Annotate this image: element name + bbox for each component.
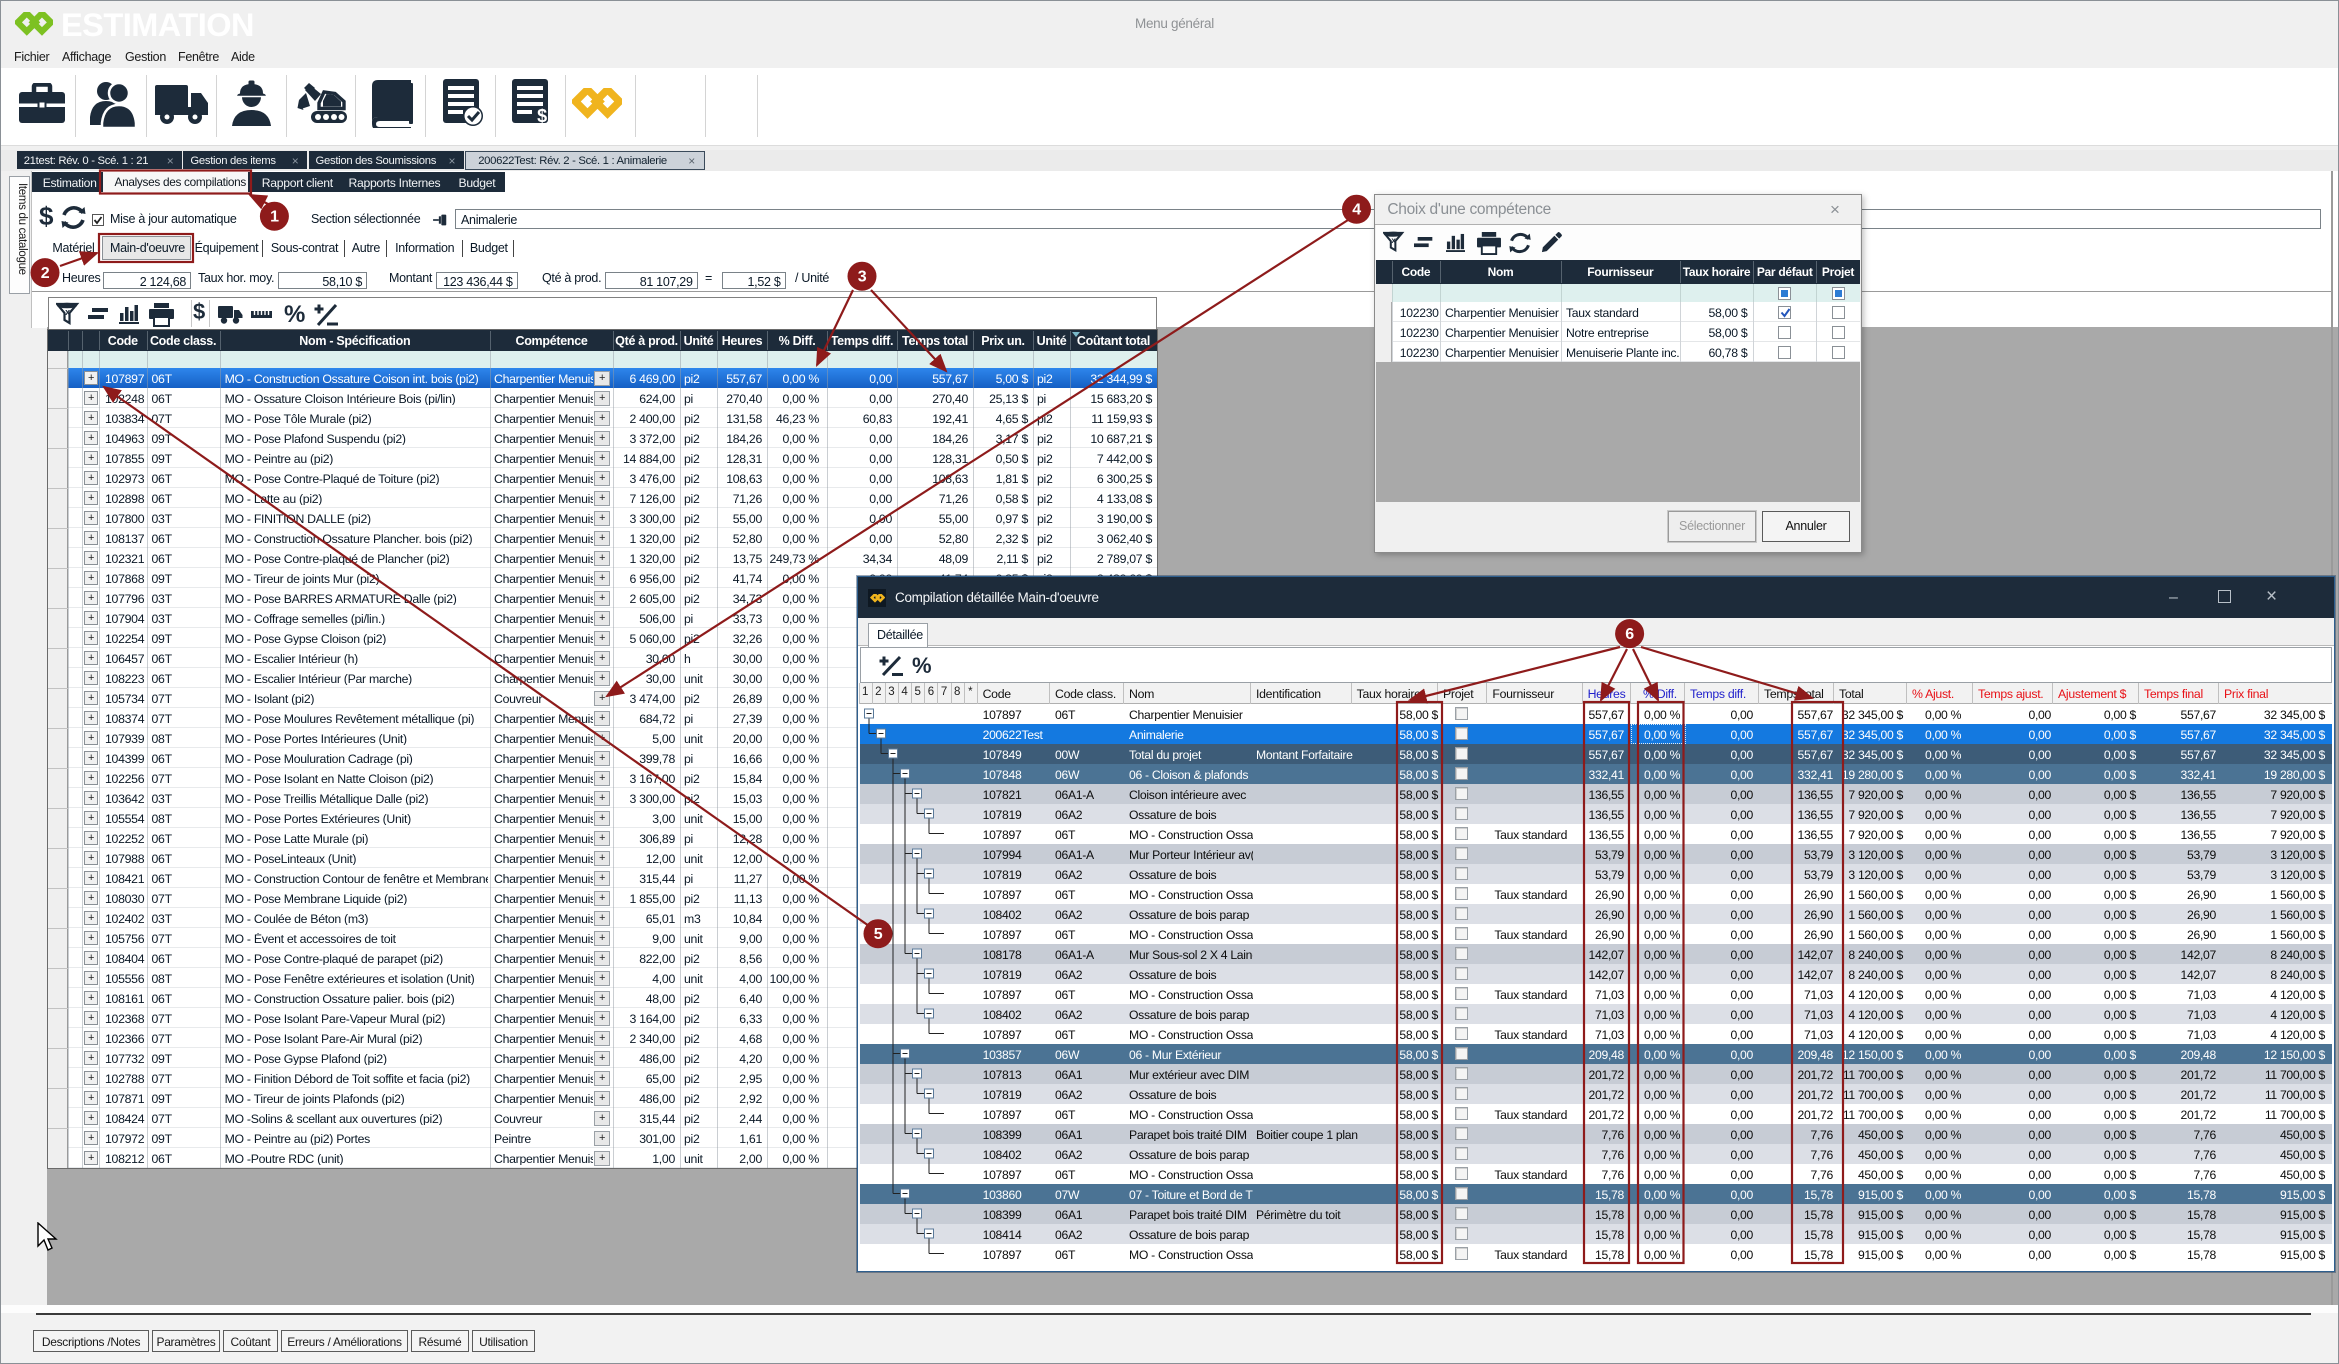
svg-text:$: $ bbox=[537, 106, 547, 126]
svg-text:x: x bbox=[65, 307, 70, 317]
svg-text:x: x bbox=[1391, 236, 1396, 245]
